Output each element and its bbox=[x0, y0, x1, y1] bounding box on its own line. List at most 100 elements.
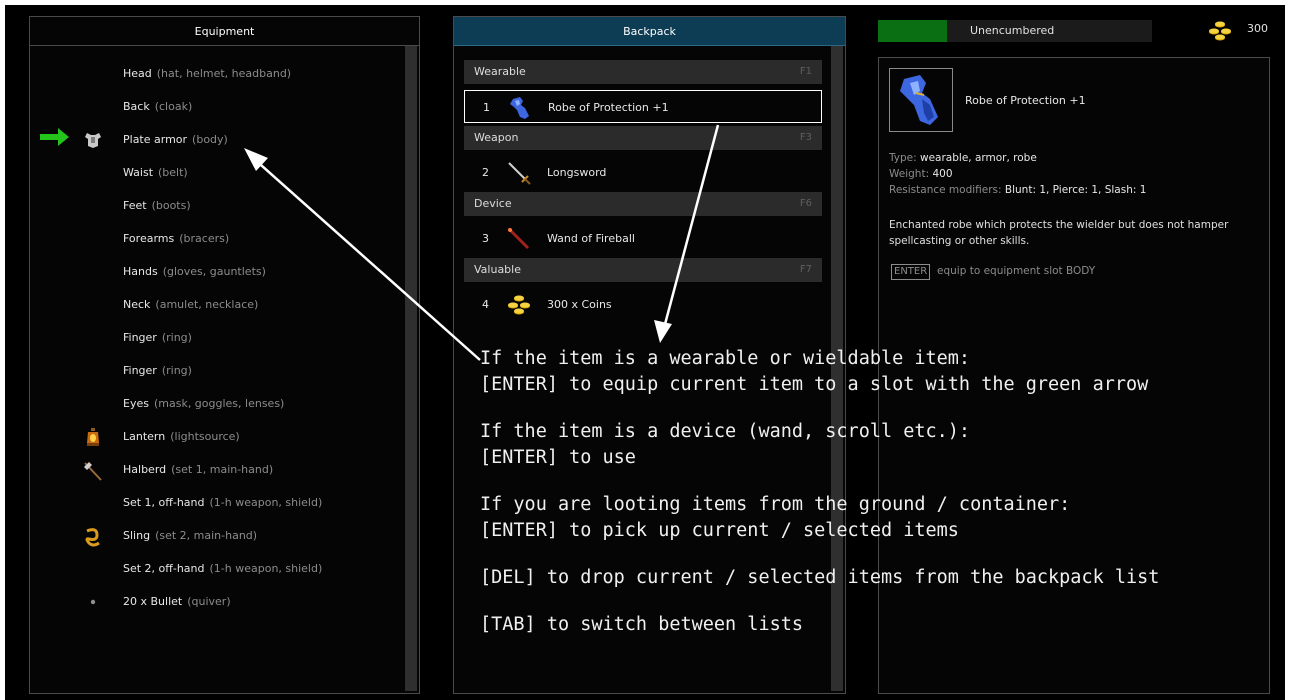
equipment-slot[interactable]: Hands (gloves, gauntlets) bbox=[30, 263, 400, 281]
slot-label: Set 1, off-hand (1-h weapon, shield) bbox=[123, 496, 323, 509]
slot-hint: (set 1, main-hand) bbox=[171, 463, 274, 476]
slot-label: Neck (amulet, necklace) bbox=[123, 298, 259, 311]
slot-hint: (bracers) bbox=[179, 232, 230, 245]
slot-label: Plate armor (body) bbox=[123, 133, 228, 146]
equipment-slot[interactable]: Neck (amulet, necklace) bbox=[30, 296, 400, 314]
gold-coins-icon bbox=[1209, 21, 1231, 41]
item-number: 4 bbox=[482, 298, 489, 311]
help-line: If the item is a device (wand, scroll et… bbox=[480, 421, 971, 442]
category-name: Weapon bbox=[474, 131, 519, 144]
backpack-item[interactable]: 2 Longsword bbox=[464, 156, 822, 189]
slot-label: Forearms (bracers) bbox=[123, 232, 230, 245]
equipment-slot[interactable]: Sling (set 2, main-hand) bbox=[30, 527, 400, 547]
item-name: Robe of Protection +1 bbox=[965, 94, 1086, 107]
enter-key-hint[interactable]: ENTER bbox=[891, 264, 931, 280]
slot-label: Set 2, off-hand (1-h weapon, shield) bbox=[123, 562, 323, 575]
slot-hint: (quiver) bbox=[187, 595, 231, 608]
slot-hint: (body) bbox=[192, 133, 228, 146]
green-arrow-icon bbox=[40, 128, 69, 146]
item-name: 300 x Coins bbox=[547, 298, 612, 311]
coins-icon bbox=[506, 292, 532, 318]
item-weight: Weight: 400 bbox=[889, 168, 953, 180]
slot-label: Waist (belt) bbox=[123, 166, 188, 179]
equipment-slot[interactable]: Back (cloak) bbox=[30, 98, 400, 116]
equipment-slot[interactable]: 20 x Bullet (quiver) bbox=[30, 593, 400, 611]
backpack-category[interactable]: Device F6 bbox=[464, 192, 822, 216]
equipment-slot[interactable]: Feet (boots) bbox=[30, 197, 400, 215]
item-resistance: Resistance modifiers: Blunt: 1, Pierce: … bbox=[889, 184, 1147, 196]
longsword-icon bbox=[506, 160, 532, 186]
category-hotkey: F1 bbox=[799, 66, 812, 77]
encumbrance-bar: Unencumbered bbox=[878, 20, 1152, 42]
slot-hint: (cloak) bbox=[154, 100, 193, 113]
equipment-slot[interactable]: Lantern (lightsource) bbox=[30, 428, 400, 446]
slot-label: Lantern (lightsource) bbox=[123, 430, 240, 443]
bullet-icon bbox=[82, 593, 104, 611]
help-line: [DEL] to drop current / selected items f… bbox=[480, 567, 1160, 588]
equipment-slot[interactable]: Set 1, off-hand (1-h weapon, shield) bbox=[30, 494, 400, 512]
equipment-slot[interactable]: Head (hat, helmet, headband) bbox=[30, 65, 400, 83]
slot-hint: (lightsource) bbox=[170, 430, 240, 443]
category-name: Wearable bbox=[474, 65, 526, 78]
item-name: Robe of Protection +1 bbox=[548, 101, 669, 114]
slot-label: 20 x Bullet (quiver) bbox=[123, 595, 231, 608]
equipment-slot[interactable]: Forearms (bracers) bbox=[30, 230, 400, 248]
slot-label: Finger (ring) bbox=[123, 331, 192, 344]
category-hotkey: F3 bbox=[799, 132, 812, 143]
enter-action-text: equip to equipment slot BODY bbox=[937, 265, 1096, 277]
encumbrance-fill bbox=[878, 20, 947, 42]
equipment-slot[interactable]: Plate armor (body) bbox=[30, 128, 400, 149]
slot-hint: (amulet, necklace) bbox=[155, 298, 259, 311]
slot-hint: (ring) bbox=[161, 364, 192, 377]
slot-hint: (boots) bbox=[151, 199, 191, 212]
item-name: Longsword bbox=[547, 166, 607, 179]
help-line: [ENTER] to equip current item to a slot … bbox=[480, 374, 1149, 395]
backpack-category[interactable]: Wearable F1 bbox=[464, 60, 822, 84]
equipment-slot[interactable]: Set 2, off-hand (1-h weapon, shield) bbox=[30, 560, 400, 578]
slot-hint: (gloves, gauntlets) bbox=[162, 265, 266, 278]
slot-label: Hands (gloves, gauntlets) bbox=[123, 265, 266, 278]
slot-label: Finger (ring) bbox=[123, 364, 192, 377]
equipment-slot[interactable]: Finger (ring) bbox=[30, 362, 400, 380]
slot-label: Eyes (mask, goggles, lenses) bbox=[123, 397, 285, 410]
help-spacer bbox=[480, 544, 1280, 565]
slot-hint: (1-h weapon, shield) bbox=[209, 562, 323, 575]
item-description: Enchanted robe which protects the wielde… bbox=[889, 219, 1229, 247]
equipment-slot[interactable]: Halberd (set 1, main-hand) bbox=[30, 461, 400, 481]
slot-hint: (mask, goggles, lenses) bbox=[153, 397, 285, 410]
help-line: If you are looting items from the ground… bbox=[480, 494, 1071, 515]
backpack-item[interactable]: 3 Wand of Fireball bbox=[464, 222, 822, 255]
help-line: [ENTER] to pick up current / selected it… bbox=[480, 520, 959, 541]
slot-hint: (hat, helmet, headband) bbox=[156, 67, 292, 80]
item-number: 3 bbox=[482, 232, 489, 245]
halberd-icon bbox=[82, 461, 104, 481]
equipment-slot[interactable]: Waist (belt) bbox=[30, 164, 400, 182]
backpack-item[interactable]: 1 Robe of Protection +1 bbox=[464, 90, 822, 123]
item-number: 1 bbox=[483, 101, 490, 114]
robe-icon bbox=[507, 95, 533, 121]
help-overlay: If the item is a wearable or wieldable i… bbox=[480, 346, 1280, 638]
category-name: Valuable bbox=[474, 263, 521, 276]
backpack-item[interactable]: 4 300 x Coins bbox=[464, 288, 822, 321]
backpack-category[interactable]: Valuable F7 bbox=[464, 258, 822, 282]
slot-label: Feet (boots) bbox=[123, 199, 191, 212]
item-number: 2 bbox=[482, 166, 489, 179]
equipment-scrollbar[interactable] bbox=[405, 46, 417, 691]
item-name: Wand of Fireball bbox=[547, 232, 635, 245]
item-type: Type: wearable, armor, robe bbox=[889, 152, 1037, 164]
wand-icon bbox=[506, 226, 532, 252]
plate-armor-icon bbox=[82, 131, 104, 149]
backpack-title: Backpack bbox=[454, 17, 845, 46]
slot-hint: (belt) bbox=[158, 166, 188, 179]
equipment-slot[interactable]: Eyes (mask, goggles, lenses) bbox=[30, 395, 400, 413]
backpack-category[interactable]: Weapon F3 bbox=[464, 126, 822, 150]
slot-hint: (ring) bbox=[161, 331, 192, 344]
equipment-title: Equipment bbox=[30, 17, 419, 46]
slot-label: Sling (set 2, main-hand) bbox=[123, 529, 258, 542]
category-name: Device bbox=[474, 197, 512, 210]
slot-label: Halberd (set 1, main-hand) bbox=[123, 463, 274, 476]
slot-hint: (set 2, main-hand) bbox=[155, 529, 258, 542]
slot-label: Back (cloak) bbox=[123, 100, 193, 113]
help-spacer bbox=[480, 471, 1280, 492]
equipment-slot[interactable]: Finger (ring) bbox=[30, 329, 400, 347]
